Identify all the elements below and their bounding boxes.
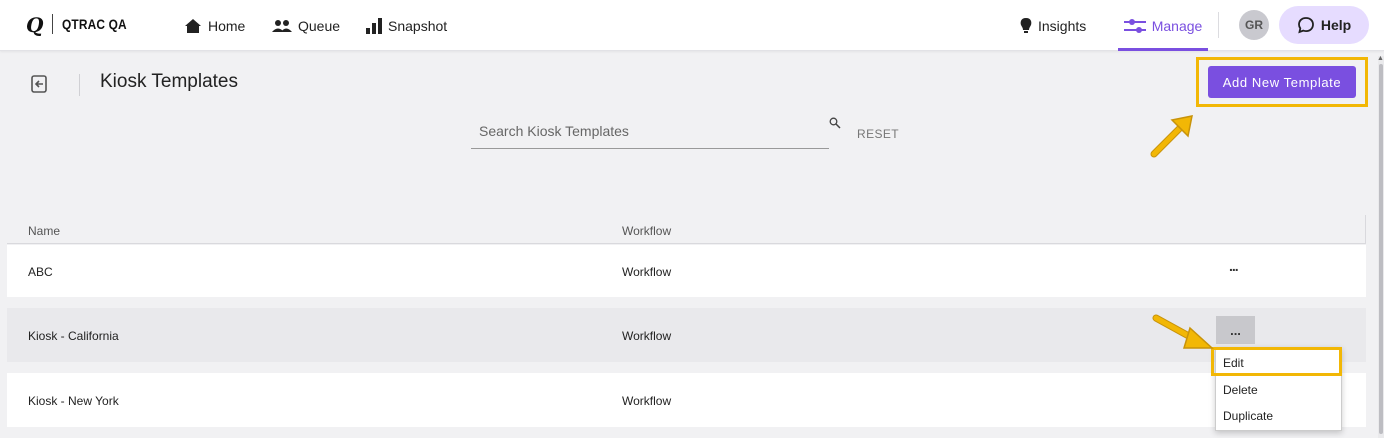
row-name: Kiosk - California (28, 329, 119, 343)
add-new-template-button[interactable]: Add New Template (1208, 66, 1356, 98)
nav-home-label: Home (208, 17, 246, 34)
nav-manage[interactable]: Manage (1118, 0, 1208, 51)
row-name: ABC (28, 265, 53, 279)
bar-chart-icon (366, 17, 382, 34)
user-avatar[interactable]: GR (1239, 10, 1269, 40)
nav-insights[interactable]: Insights (1020, 0, 1086, 51)
row-actions-button[interactable]: ... (1229, 258, 1239, 274)
help-button[interactable]: Help (1279, 6, 1369, 44)
scrollbar-thumb[interactable] (1379, 64, 1383, 434)
lightbulb-icon (1020, 17, 1032, 33)
top-nav-bar: Q QTRAC QA Home Queue Snapshot Insights … (0, 0, 1384, 51)
column-header-name[interactable]: Name (28, 224, 60, 238)
help-label: Help (1320, 17, 1352, 33)
nav-manage-label: Manage (1151, 17, 1203, 34)
nav-snapshot-label: Snapshot (388, 17, 448, 34)
menu-item-delete[interactable]: Delete (1223, 383, 1258, 397)
header-divider (79, 74, 80, 96)
app-name: QTRAC QA (62, 16, 127, 32)
row-workflow: Workflow (622, 329, 672, 343)
table-row[interactable]: Kiosk - New York Workflow (7, 373, 1366, 427)
people-icon (272, 19, 292, 32)
page-title: Kiosk Templates (100, 71, 238, 92)
pointer-arrow-icon (1150, 115, 1193, 158)
edit-highlight (1211, 347, 1342, 376)
nav-snapshot[interactable]: Snapshot (366, 0, 447, 51)
scroll-up-icon[interactable]: ▲ (1377, 55, 1384, 62)
search-input[interactable] (479, 123, 819, 139)
row-name: Kiosk - New York (28, 394, 119, 408)
nav-insights-label: Insights (1038, 17, 1087, 34)
column-header-workflow[interactable]: Workflow (622, 224, 671, 238)
search-icon[interactable] (829, 117, 841, 129)
row-workflow: Workflow (622, 265, 672, 279)
table-row[interactable]: Kiosk - California Workflow (7, 308, 1366, 362)
search-field[interactable] (471, 114, 829, 149)
nav-queue[interactable]: Queue (272, 0, 340, 51)
chat-bubble-icon (1297, 17, 1314, 34)
sliders-icon (1123, 18, 1146, 33)
table-row[interactable]: ABC Workflow ... (7, 245, 1366, 297)
nav-divider (1218, 12, 1219, 38)
row-actions-button-active[interactable]: ... (1216, 316, 1255, 344)
reset-button[interactable]: RESET (857, 127, 899, 141)
row-workflow: Workflow (622, 394, 672, 408)
table-header-edge (1365, 215, 1366, 244)
home-icon (185, 18, 201, 33)
app-logo-mark[interactable]: Q (26, 13, 43, 37)
nav-home[interactable]: Home (184, 0, 245, 51)
logo-divider (52, 14, 53, 34)
back-icon[interactable] (30, 74, 50, 94)
nav-queue-label: Queue (298, 17, 341, 34)
active-tab-indicator (1118, 48, 1208, 51)
table-header-divider (7, 243, 1366, 244)
menu-item-duplicate[interactable]: Duplicate (1223, 409, 1273, 423)
